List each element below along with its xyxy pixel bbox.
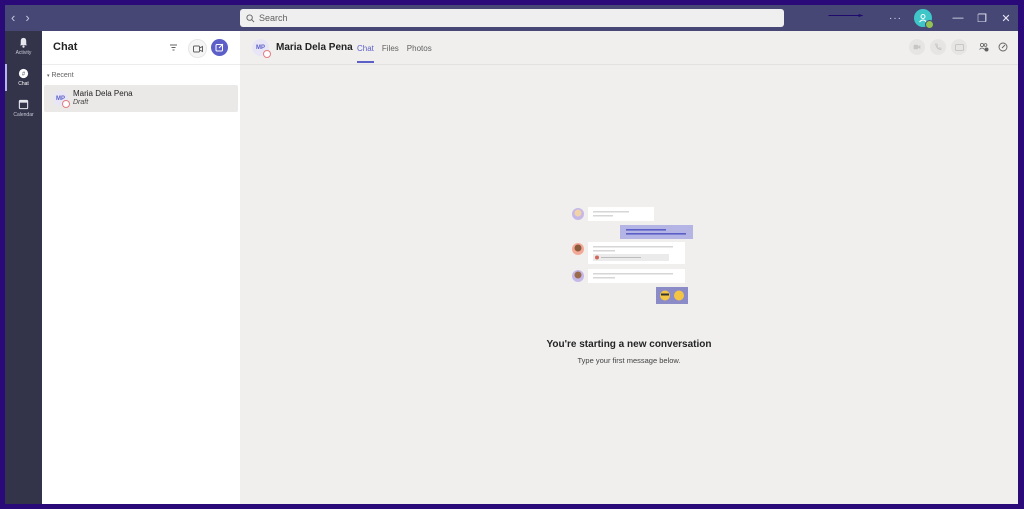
status-icon: [263, 50, 271, 58]
search-placeholder: Search: [259, 13, 288, 23]
title-bar: ‹ › Search ··· — ❐ ✕: [5, 5, 1018, 31]
share-screen-button[interactable]: [951, 39, 967, 55]
rail-label: Activity: [15, 50, 32, 56]
filter-button[interactable]: [165, 39, 182, 56]
search-input[interactable]: Search: [240, 9, 784, 27]
search-icon: [246, 13, 255, 22]
rail-item-calendar[interactable]: Calendar: [5, 93, 42, 124]
forward-button[interactable]: ›: [25, 10, 29, 25]
avatar: MP: [53, 91, 70, 108]
back-button[interactable]: ‹: [11, 10, 15, 25]
conversation-actions: [909, 39, 1010, 55]
avatar-initials: MP: [256, 44, 265, 51]
avatar[interactable]: MP: [252, 39, 271, 58]
conversation-header: MP Maria Dela Pena Chat Files Photos: [240, 31, 1018, 65]
empty-state-subtitle: Type your first message below.: [577, 356, 681, 365]
app-rail: Activity # Chat Calendar: [5, 31, 42, 504]
close-button[interactable]: ✕: [994, 12, 1018, 25]
presence-badge: [925, 20, 934, 29]
empty-state-title: You're starting a new conversation: [546, 339, 712, 350]
chat-item-name: Maria Dela Pena: [73, 89, 133, 98]
filter-icon: [170, 44, 177, 51]
chevron-down-icon: ▾: [47, 73, 50, 79]
add-people-button[interactable]: [977, 40, 991, 54]
new-conversation-illustration: [572, 207, 693, 304]
rail-item-activity[interactable]: Activity: [5, 31, 42, 62]
status-icon: [62, 100, 70, 108]
chat-list-pane: Chat ▾ Recent MP Maria Dela Pena Draft: [42, 31, 240, 504]
recent-label: Recent: [51, 72, 74, 79]
meet-now-button[interactable]: [188, 39, 207, 58]
chat-list-title: Chat: [53, 41, 78, 53]
maximize-button[interactable]: ❐: [970, 12, 994, 25]
tab-files[interactable]: Files: [382, 44, 399, 53]
new-chat-button[interactable]: [211, 39, 228, 56]
chat-icon: #: [18, 68, 29, 79]
chat-list-item[interactable]: MP Maria Dela Pena Draft: [44, 85, 238, 112]
bell-icon: [19, 37, 28, 48]
history-nav: ‹ ›: [11, 10, 30, 25]
minimize-button[interactable]: —: [946, 12, 970, 24]
conversation-title: Maria Dela Pena: [276, 42, 353, 53]
chat-item-subtitle: Draft: [73, 99, 89, 106]
teams-window: ‹ › Search ··· — ❐ ✕ Activity # Chat Cal…: [5, 5, 1018, 504]
phone-icon: [934, 43, 942, 50]
audio-call-button[interactable]: [930, 39, 946, 55]
calendar-icon: [18, 99, 29, 110]
profile-avatar[interactable]: [914, 9, 934, 29]
add-people-icon: [979, 42, 989, 52]
video-icon: [192, 45, 203, 52]
compose-icon: [215, 43, 224, 52]
title-bar-controls: ··· — ❐ ✕: [889, 5, 1018, 31]
rail-label: Chat: [18, 81, 29, 87]
tab-chat[interactable]: Chat: [357, 44, 374, 63]
conversation-tabs: Chat Files Photos: [357, 44, 432, 63]
recent-section[interactable]: ▾ Recent: [47, 72, 74, 79]
tab-photos[interactable]: Photos: [407, 44, 432, 53]
chat-list-header: Chat: [42, 31, 240, 65]
share-screen-icon: [954, 43, 964, 51]
conversation-pane: MP Maria Dela Pena Chat Files Photos You…: [240, 31, 1018, 504]
pop-out-button[interactable]: [996, 40, 1010, 54]
more-options-button[interactable]: ···: [889, 13, 902, 24]
pop-out-chat-icon: [998, 42, 1008, 52]
rail-item-chat[interactable]: # Chat: [5, 62, 42, 93]
annotation-arrow-icon: [828, 14, 864, 17]
video-call-button[interactable]: [909, 39, 925, 55]
rail-label: Calendar: [13, 112, 34, 118]
video-icon: [913, 44, 921, 50]
